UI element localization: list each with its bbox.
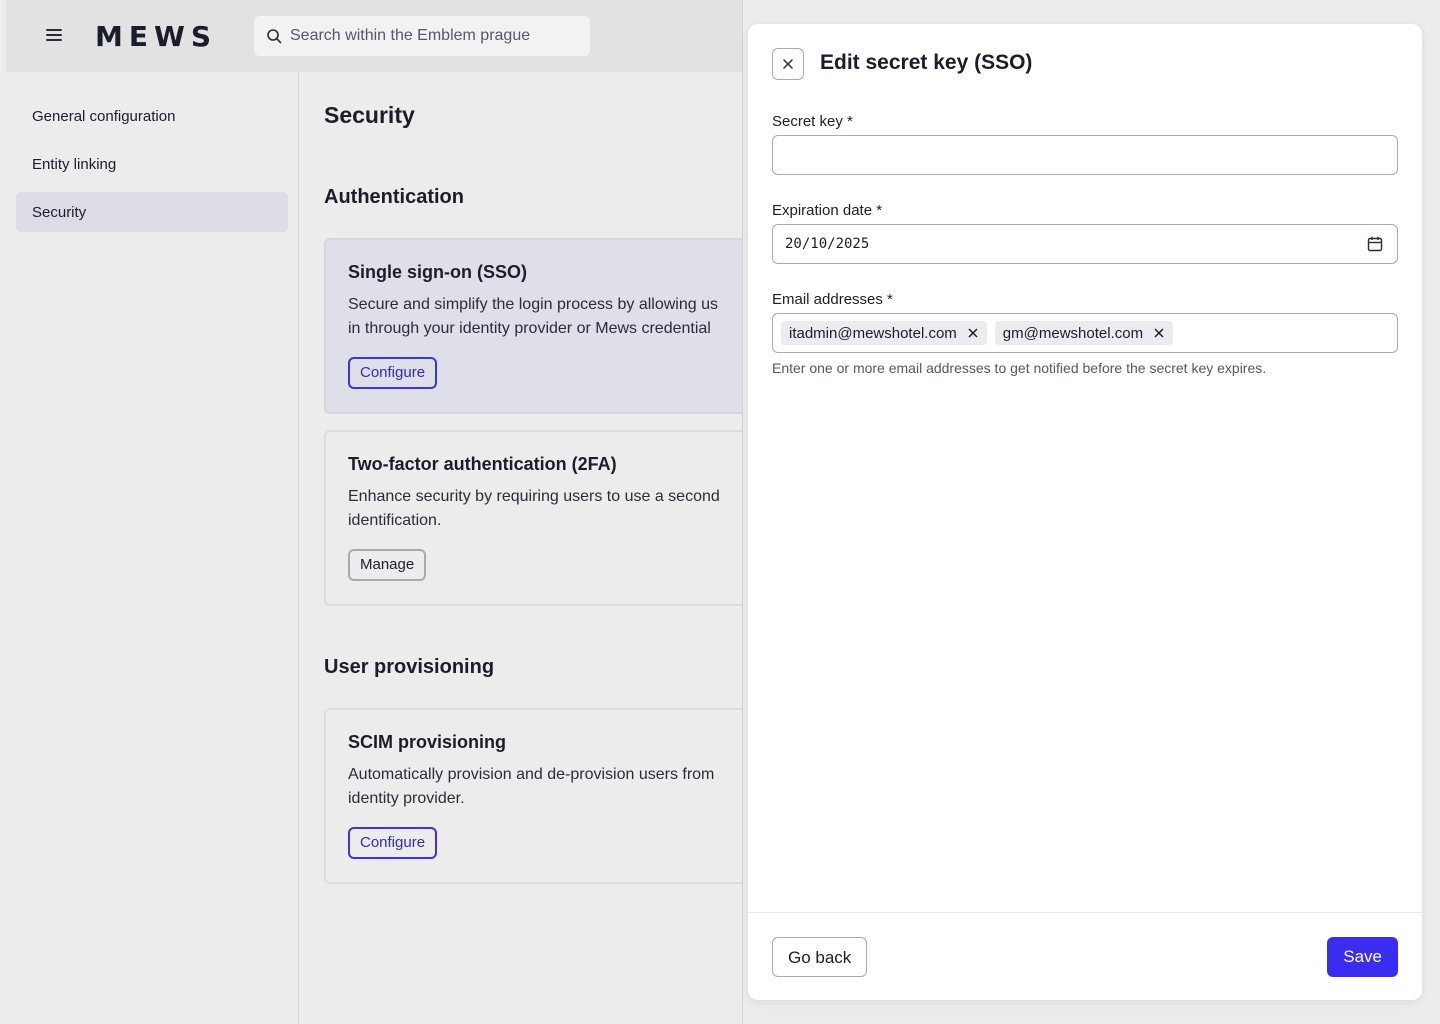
go-back-button[interactable]: Go back (772, 937, 868, 977)
search-input[interactable] (290, 27, 570, 45)
twofa-description: Enhance security by requiring users to u… (348, 488, 720, 529)
remove-email-icon[interactable] (967, 327, 979, 339)
email-chip: gm@mewshotel.com (994, 321, 1174, 345)
email-help-text: Enter one or more email addresses to get… (772, 360, 1267, 376)
hamburger-menu-icon[interactable] (46, 26, 66, 46)
close-icon (783, 59, 793, 69)
twofa-card: Two-factor authentication (2FA) Enhance … (324, 430, 743, 606)
scim-title: SCIM provisioning (348, 732, 507, 752)
email-addresses-field[interactable]: itadmin@mewshotel.com gm@mewshotel.com (772, 313, 1398, 353)
expiration-date-label: Expiration date * (772, 202, 883, 219)
twofa-manage-button[interactable]: Manage (348, 549, 427, 581)
settings-sidebar: General configuration Entity linking Sec… (6, 72, 299, 1024)
app-shell: MEWS General configuration Entity linkin… (6, 0, 743, 1024)
scim-description: Automatically provision and de-provision… (348, 766, 715, 807)
email-chip: itadmin@mewshotel.com (781, 321, 987, 345)
scim-configure-button[interactable]: Configure (348, 827, 438, 859)
calendar-icon[interactable] (1367, 236, 1383, 252)
expiration-date-field[interactable]: 20/10/2025 (772, 224, 1398, 264)
sso-card: Single sign-on (SSO) D Secure and simpli… (324, 238, 743, 414)
search-box[interactable] (254, 16, 590, 56)
save-button[interactable]: Save (1327, 937, 1398, 977)
secret-key-label: Secret key * (772, 113, 853, 130)
close-panel-button[interactable] (772, 48, 804, 80)
authentication-heading: Authentication (324, 186, 464, 208)
sso-configure-button[interactable]: Configure (348, 357, 438, 389)
sso-description: Secure and simplify the login process by… (348, 296, 718, 337)
user-provisioning-heading: User provisioning (324, 656, 495, 678)
expiration-date-value: 20/10/2025 (785, 236, 870, 252)
panel-divider (742, 0, 743, 1024)
sidebar-item-entity-linking[interactable]: Entity linking (16, 144, 288, 184)
top-bar: MEWS (6, 0, 743, 72)
panel-title: Edit secret key (SSO) (820, 51, 1033, 74)
secret-key-input[interactable] (773, 136, 1397, 174)
remove-email-icon[interactable] (1153, 327, 1165, 339)
mews-logo: MEWS (95, 20, 218, 53)
sso-title: Single sign-on (SSO) (348, 262, 527, 282)
panel-footer: Go back Save (748, 912, 1422, 1000)
sidebar-item-security[interactable]: Security (16, 192, 288, 232)
edit-secret-key-panel: Edit secret key (SSO) Secret key * Expir… (748, 24, 1422, 1000)
main-content: Security Authentication Single sign-on (… (324, 72, 743, 1024)
search-icon (267, 29, 282, 44)
scim-card: SCIM provisioning D Automatically provis… (324, 708, 743, 884)
sidebar-item-general-configuration[interactable]: General configuration (16, 96, 288, 136)
page-title: Security (324, 102, 415, 128)
twofa-title: Two-factor authentication (2FA) (348, 454, 617, 474)
secret-key-field[interactable] (772, 135, 1398, 175)
email-addresses-label: Email addresses * (772, 291, 893, 308)
